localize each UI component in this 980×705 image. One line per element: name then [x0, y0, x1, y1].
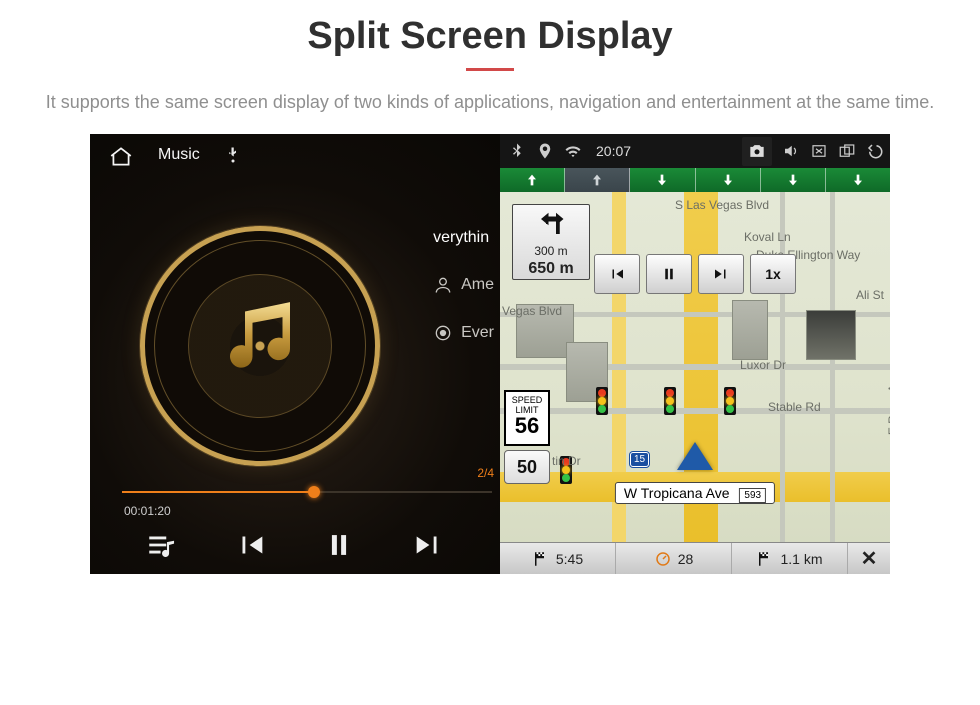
bluetooth-icon [508, 142, 526, 160]
lane-arrow [630, 168, 695, 192]
route-shield: 15 [630, 452, 649, 467]
flag-icon [532, 550, 550, 568]
sim-next-button[interactable] [698, 254, 744, 294]
simulation-controls: 1x [594, 254, 796, 294]
gauge-icon [654, 550, 672, 568]
speed-segment[interactable]: 28 [616, 543, 732, 574]
street-label: S Las Vegas Blvd [675, 198, 769, 212]
track-counter: 2/4 [477, 466, 494, 480]
prev-track-icon[interactable] [234, 528, 268, 562]
lane-arrow [826, 168, 890, 192]
flag-icon [756, 550, 774, 568]
speed-limit-sign: SPEEDLIMIT 56 [504, 390, 550, 446]
street-label: Luxor Dr [740, 358, 786, 372]
remaining-segment[interactable]: 1.1 km [732, 543, 848, 574]
current-speed-badge: 50 [504, 450, 550, 484]
album-art-disc [140, 226, 380, 466]
map-canvas[interactable]: S Las Vegas Blvd Koval Ln Duke Ellington… [500, 192, 890, 542]
status-time: 20:07 [596, 143, 631, 159]
sim-speed-button[interactable]: 1x [750, 254, 796, 294]
street-label: Ali St [856, 288, 884, 302]
home-icon[interactable] [108, 144, 134, 166]
page-subtitle: It supports the same screen display of t… [0, 89, 980, 134]
usb-icon [224, 146, 242, 164]
track-row[interactable]: Ever [433, 323, 494, 343]
nav-bottom-bar: 5:45 28 1.1 km ✕ [500, 542, 890, 574]
turn-instruction[interactable]: 300 m 650 m [512, 204, 590, 280]
volume-icon[interactable] [782, 142, 800, 160]
street-label: tin Dr [552, 454, 581, 468]
lane-arrow [761, 168, 826, 192]
title-underline [466, 68, 514, 71]
street-label: Stable Rd [768, 400, 821, 414]
device-screenshot: Music [90, 134, 890, 574]
camera-icon [746, 141, 768, 161]
multiwindow-icon[interactable] [838, 142, 856, 160]
track-row[interactable]: Ame [433, 275, 494, 295]
navigation-pane: 20:07 [500, 134, 890, 574]
street-label: E Reno Ave [886, 372, 890, 435]
turn-distance-small: 300 m [513, 244, 589, 258]
lane-arrow-strip [500, 168, 890, 192]
track-list: verythin Ame Ever [433, 229, 494, 371]
stop-close-icon[interactable] [810, 142, 828, 160]
street-label: Koval Ln [744, 230, 791, 244]
disc-icon [433, 323, 453, 343]
location-icon [536, 142, 554, 160]
progress-bar[interactable]: 2/4 [122, 486, 492, 496]
lane-arrow [500, 168, 565, 192]
music-pane: Music [90, 134, 500, 574]
street-label: Vegas Blvd [502, 304, 562, 318]
playlist-icon[interactable] [145, 528, 179, 562]
page-title: Split Screen Display [0, 15, 980, 58]
status-bar: 20:07 [500, 134, 890, 168]
artist-icon [433, 275, 453, 295]
eta-segment[interactable]: 5:45 [500, 543, 616, 574]
sim-prev-button[interactable] [594, 254, 640, 294]
screenshot-button[interactable] [742, 137, 772, 166]
music-app-label: Music [158, 146, 200, 164]
next-track-icon[interactable] [411, 528, 445, 562]
close-button[interactable]: ✕ [848, 543, 890, 574]
lane-arrow [696, 168, 761, 192]
sim-pause-button[interactable] [646, 254, 692, 294]
current-road-banner: W Tropicana Ave 593 [615, 482, 775, 504]
track-row-now-playing[interactable]: verythin [433, 229, 494, 247]
turn-distance-big: 650 m [513, 260, 589, 278]
vehicle-icon [677, 442, 713, 470]
music-note-icon [215, 297, 305, 387]
wifi-icon [564, 142, 582, 160]
pause-icon[interactable] [322, 528, 356, 562]
back-icon[interactable] [866, 142, 884, 160]
lane-arrow [565, 168, 630, 192]
